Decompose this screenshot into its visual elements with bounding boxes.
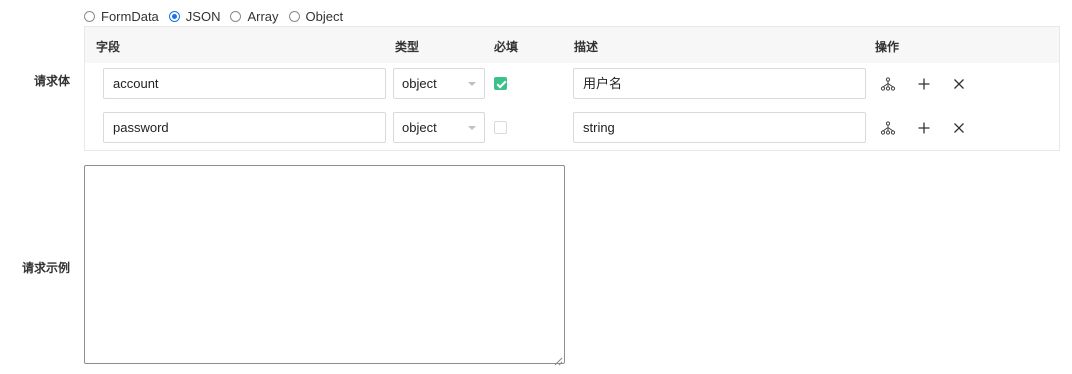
body-type-radio-group: FormData JSON Array Object: [84, 7, 353, 25]
request-example-textarea[interactable]: [84, 165, 565, 364]
field-name-input[interactable]: account: [103, 68, 386, 99]
plus-icon[interactable]: [916, 120, 932, 136]
header-description: 描述: [574, 40, 599, 54]
type-select[interactable]: object: [393, 68, 485, 99]
header-actions: 操作: [875, 40, 900, 54]
radio-json-circle[interactable]: [168, 10, 180, 22]
request-example-label: 请求示例: [21, 261, 70, 275]
description-input[interactable]: 用户名: [573, 68, 866, 99]
radio-array-label: Array: [247, 8, 279, 24]
radio-object[interactable]: Object: [288, 8, 344, 24]
radio-object-circle[interactable]: [288, 10, 300, 22]
radio-json-label: JSON: [185, 8, 221, 24]
description-input[interactable]: string: [573, 112, 866, 143]
radio-json[interactable]: JSON: [168, 8, 221, 24]
params-table: 字段 类型 必填 描述 操作 account object 用户名 passwo…: [84, 26, 1060, 151]
radio-object-label: Object: [305, 8, 344, 24]
chevron-down-icon: [468, 82, 476, 86]
header-field: 字段: [96, 40, 121, 54]
required-checkbox[interactable]: [494, 121, 507, 134]
close-icon[interactable]: [951, 120, 967, 136]
resize-grip-icon[interactable]: [554, 354, 563, 366]
radio-array-circle[interactable]: [230, 10, 242, 22]
chevron-down-icon: [468, 126, 476, 130]
radio-formdata-label: FormData: [101, 8, 159, 24]
tree-structure-icon[interactable]: [880, 76, 896, 92]
close-icon[interactable]: [951, 76, 967, 92]
radio-formdata-circle[interactable]: [84, 10, 95, 22]
type-select-value: object: [402, 76, 437, 91]
required-checkbox[interactable]: [494, 77, 507, 90]
header-required: 必填: [494, 40, 519, 54]
plus-icon[interactable]: [916, 76, 932, 92]
radio-formdata[interactable]: FormData: [84, 9, 159, 24]
params-table-header: 字段 类型 必填 描述 操作: [85, 27, 1059, 63]
tree-structure-icon[interactable]: [880, 120, 896, 136]
type-select[interactable]: object: [393, 112, 485, 143]
request-body-label: 请求体: [33, 74, 70, 88]
type-select-value: object: [402, 120, 437, 135]
field-name-input[interactable]: password: [103, 112, 386, 143]
header-type: 类型: [395, 40, 420, 54]
radio-array[interactable]: Array: [230, 8, 279, 24]
